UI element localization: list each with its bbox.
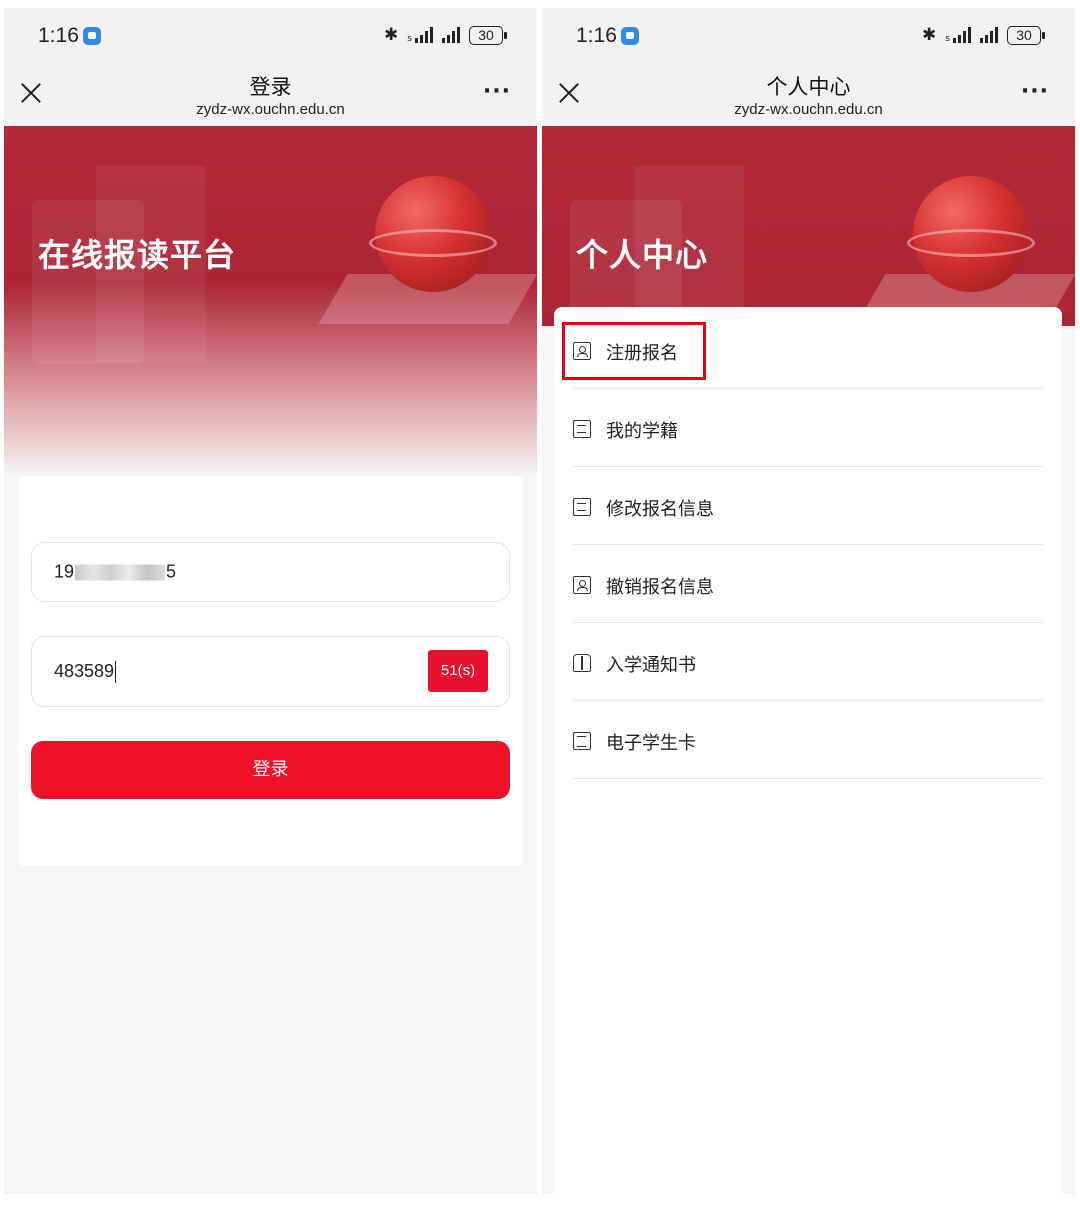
phone-input[interactable]: 19 5 [31,542,510,602]
status-indicators: ✱ 30 [384,25,507,45]
menu-item-student-card[interactable]: 电子学生卡 [573,701,1043,779]
status-bar: 1:16 ✱ 30 [542,8,1075,64]
menu-item-label: 入学通知书 [606,655,696,676]
masked-digits [75,564,166,581]
profile-screen: 1:16 ✱ 30 个人中心 zydz-wx.ouchn.edu.cn ··· … [542,8,1075,1194]
page-url: zydz-wx.ouchn.edu.cn [734,101,883,118]
status-bar: 1:16 ✱ 30 [4,8,537,64]
bluetooth-icon: ✱ [384,25,399,45]
hero-title: 个人中心 [576,236,709,274]
page-url: zydz-wx.ouchn.edu.cn [196,101,345,118]
status-time: 1:16 [576,24,617,47]
page-title: 登录 [249,75,292,99]
menu-item-admission-notice[interactable]: 入学通知书 [573,623,1043,701]
hero-banner: 在线报读平台 [4,126,537,476]
document-icon [573,420,591,438]
hero-banner: 个人中心 [542,126,1075,326]
student-card-icon [573,732,591,750]
login-screen: 1:16 ✱ 30 登录 zydz-wx.ouchn.edu.cn ··· 在线… [4,8,537,1194]
status-indicators: ✱ 30 [922,25,1045,45]
document-icon [573,498,591,516]
menu-item-label: 电子学生卡 [606,733,696,754]
signal-icon [407,27,433,43]
hero-title: 在线报读平台 [38,236,237,274]
resend-code-button[interactable]: 51(s) [428,650,488,692]
menu-item-label: 修改报名信息 [606,499,714,520]
bluetooth-icon: ✱ [922,25,937,45]
battery-icon: 30 [469,25,507,45]
app-notification-icon [621,27,639,45]
verification-code-input[interactable]: 483589 51(s) [31,636,510,707]
nav-bar: 登录 zydz-wx.ouchn.edu.cn ··· [4,64,537,126]
login-form: 19 5 483589 51(s) 登录 [18,476,523,866]
battery-icon: 30 [1007,25,1045,45]
open-book-icon [573,654,591,672]
menu-item-student-status[interactable]: 我的学籍 [573,389,1043,467]
menu-list: 注册报名 我的学籍 修改报名信息 撤销报名信息 入学通知书 电子学生卡 [554,307,1062,1194]
signal-icon [980,27,998,43]
login-button[interactable]: 登录 [31,741,510,799]
menu-item-cancel-registration[interactable]: 撤销报名信息 [573,545,1043,623]
phone-value: 19 5 [54,561,177,582]
signal-icon [945,27,971,43]
app-notification-icon [83,27,101,45]
id-badge-icon [573,576,591,594]
hero-decoration [907,229,1035,257]
menu-item-label: 撤销报名信息 [606,577,714,598]
text-cursor [115,660,117,683]
menu-item-edit-registration[interactable]: 修改报名信息 [573,467,1043,545]
more-icon[interactable]: ··· [1021,79,1049,104]
highlight-annotation [562,322,706,380]
hero-decoration [369,229,497,257]
status-time: 1:16 [38,24,79,47]
menu-item-label: 我的学籍 [606,421,678,442]
signal-icon [442,27,460,43]
more-icon[interactable]: ··· [483,79,511,104]
page-title: 个人中心 [766,75,851,99]
code-value: 483589 [54,660,117,683]
nav-bar: 个人中心 zydz-wx.ouchn.edu.cn ··· [542,64,1075,126]
